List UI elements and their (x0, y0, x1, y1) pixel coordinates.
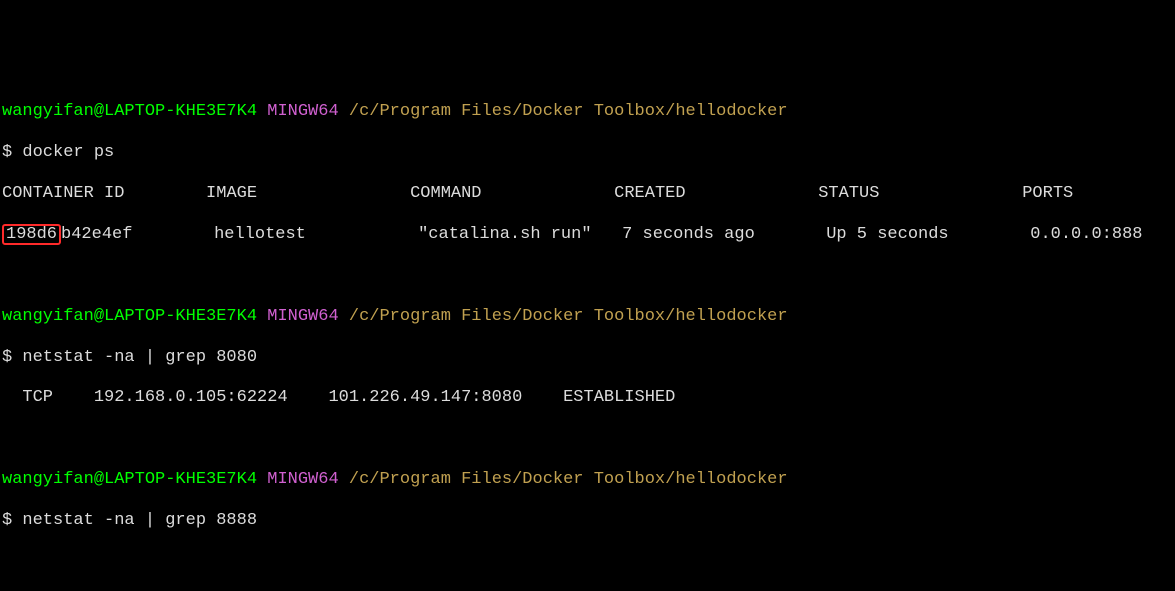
prompt-path: /c/Program Files/Docker Toolbox/hellodoc… (349, 307, 788, 326)
prompt-line: wangyifan@LAPTOP-KHE3E7K4 MINGW64 /c/Pro… (2, 307, 1173, 327)
prompt-shell: MINGW64 (267, 307, 338, 326)
blank-line (2, 552, 1173, 572)
ps-status: Up 5 seconds (826, 225, 948, 244)
col-command: COMMAND (410, 184, 481, 203)
netstat-8080-output: TCP 192.168.0.105:62224 101.226.49.147:8… (2, 388, 1173, 408)
prompt-line: wangyifan@LAPTOP-KHE3E7K4 MINGW64 /c/Pro… (2, 102, 1173, 122)
prompt-shell: MINGW64 (267, 470, 338, 489)
blank-line (2, 429, 1173, 449)
cmd-docker-ps: $ docker ps (2, 143, 1173, 163)
col-created: CREATED (614, 184, 685, 203)
col-ports: PORTS (1022, 184, 1073, 203)
col-image: IMAGE (206, 184, 257, 203)
ps-image: hellotest (214, 225, 306, 244)
container-id-highlight: 198d6 (2, 224, 61, 245)
col-status: STATUS (818, 184, 879, 203)
ps-created: 7 seconds ago (622, 225, 755, 244)
prompt-user: wangyifan@LAPTOP-KHE3E7K4 (2, 102, 257, 121)
terminal-window[interactable]: wangyifan@LAPTOP-KHE3E7K4 MINGW64 /c/Pro… (0, 82, 1175, 591)
cmd-netstat-8080: $ netstat -na | grep 8080 (2, 348, 1173, 368)
col-container-id: CONTAINER ID (2, 184, 124, 203)
prompt-line: wangyifan@LAPTOP-KHE3E7K4 MINGW64 /c/Pro… (2, 470, 1173, 490)
ps-command: "catalina.sh run" (418, 225, 591, 244)
ps-header: CONTAINER ID IMAGE COMMAND CREATED STATU… (2, 184, 1173, 204)
prompt-user: wangyifan@LAPTOP-KHE3E7K4 (2, 470, 257, 489)
prompt-shell: MINGW64 (267, 102, 338, 121)
prompt-path: /c/Program Files/Docker Toolbox/hellodoc… (349, 102, 788, 121)
ps-ports: 0.0.0.0:888 (1030, 225, 1142, 244)
prompt-user: wangyifan@LAPTOP-KHE3E7K4 (2, 307, 257, 326)
blank-line (2, 266, 1173, 286)
container-id-rest: b42e4ef (61, 225, 132, 244)
cmd-netstat-8888: $ netstat -na | grep 8888 (2, 511, 1173, 531)
prompt-path: /c/Program Files/Docker Toolbox/hellodoc… (349, 470, 788, 489)
ps-row: 198d6b42e4ef hellotest "catalina.sh run"… (2, 224, 1173, 245)
